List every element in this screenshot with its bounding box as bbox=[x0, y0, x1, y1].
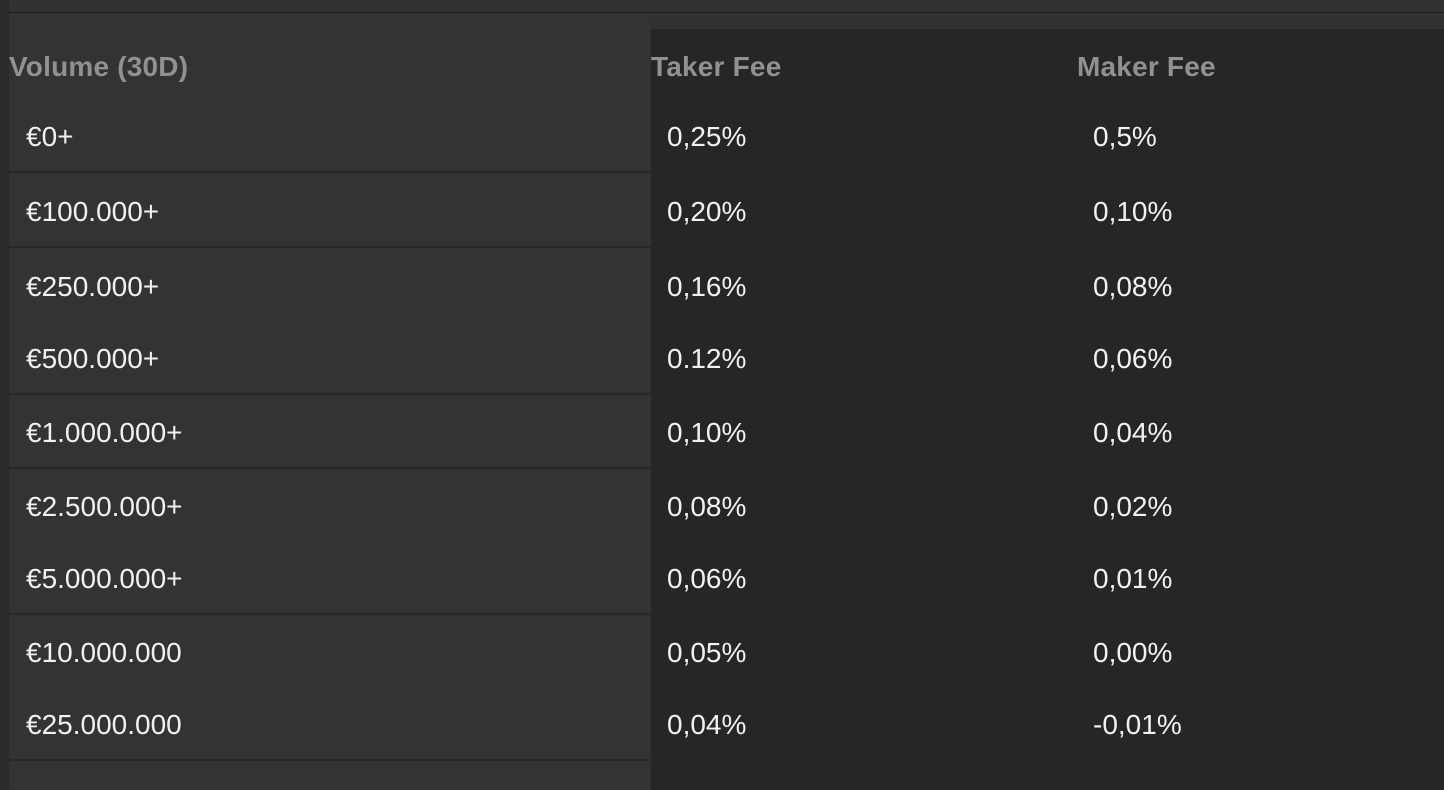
table-row: €10.000.000 0,05% 0,00% bbox=[0, 616, 1444, 689]
row-divider bbox=[9, 246, 651, 248]
taker-fee-cell: 0,16% bbox=[667, 271, 747, 302]
table-row: €2.500.000+ 0,08% 0,02% bbox=[0, 470, 1444, 543]
volume-cell: €25.000.000 bbox=[26, 709, 182, 740]
maker-fee-cell: 0,5% bbox=[1093, 121, 1157, 152]
volume-cell: €500.000+ bbox=[26, 343, 160, 374]
volume-cell: €250.000+ bbox=[26, 271, 160, 302]
volume-cell: €1.000.000+ bbox=[26, 417, 183, 448]
header-volume: Volume (30D) bbox=[9, 51, 189, 82]
fee-table: Volume (30D) Taker Fee Maker Fee €0+ 0,2… bbox=[0, 0, 1444, 790]
table-row: €25.000.000 0,04% -0,01% bbox=[0, 688, 1444, 761]
row-divider bbox=[9, 759, 651, 761]
volume-cell: €5.000.000+ bbox=[26, 563, 183, 594]
maker-fee-cell: 0,04% bbox=[1093, 417, 1173, 448]
header-maker-fee: Maker Fee bbox=[1077, 51, 1216, 82]
maker-fee-cell: 0,08% bbox=[1093, 271, 1173, 302]
maker-fee-cell: -0,01% bbox=[1093, 709, 1182, 740]
maker-fee-cell: 0,00% bbox=[1093, 637, 1173, 668]
row-divider bbox=[9, 467, 651, 469]
taker-fee-cell: 0,10% bbox=[667, 417, 747, 448]
table-row: €1.000.000+ 0,10% 0,04% bbox=[0, 396, 1444, 469]
maker-fee-cell: 0,02% bbox=[1093, 491, 1173, 522]
header-taker-fee: Taker Fee bbox=[651, 51, 782, 82]
taker-fee-cell: 0,06% bbox=[667, 563, 747, 594]
table-row: €250.000+ 0,16% 0,08% bbox=[0, 250, 1444, 323]
volume-cell: €100.000+ bbox=[26, 196, 160, 227]
maker-fee-cell: 0,06% bbox=[1093, 343, 1173, 374]
row-divider bbox=[9, 613, 651, 615]
table-row: €5.000.000+ 0,06% 0,01% bbox=[0, 542, 1444, 615]
taker-fee-cell: 0,05% bbox=[667, 637, 747, 668]
taker-fee-cell: 0,25% bbox=[667, 121, 747, 152]
taker-fee-cell: 0,08% bbox=[667, 491, 747, 522]
volume-cell: €10.000.000 bbox=[26, 637, 182, 668]
maker-fee-cell: 0,01% bbox=[1093, 563, 1173, 594]
volume-cell: €0+ bbox=[26, 121, 74, 152]
table-row: €500.000+ 0.12% 0,06% bbox=[0, 322, 1444, 395]
taker-fee-cell: 0.12% bbox=[667, 343, 747, 374]
row-divider bbox=[9, 171, 651, 173]
row-divider bbox=[9, 393, 651, 395]
table-row: €0+ 0,25% 0,5% bbox=[0, 100, 1444, 173]
maker-fee-cell: 0,10% bbox=[1093, 196, 1173, 227]
volume-cell: €2.500.000+ bbox=[26, 491, 183, 522]
taker-fee-cell: 0,04% bbox=[667, 709, 747, 740]
table-row: €100.000+ 0,20% 0,10% bbox=[0, 175, 1444, 248]
taker-fee-cell: 0,20% bbox=[667, 196, 747, 227]
